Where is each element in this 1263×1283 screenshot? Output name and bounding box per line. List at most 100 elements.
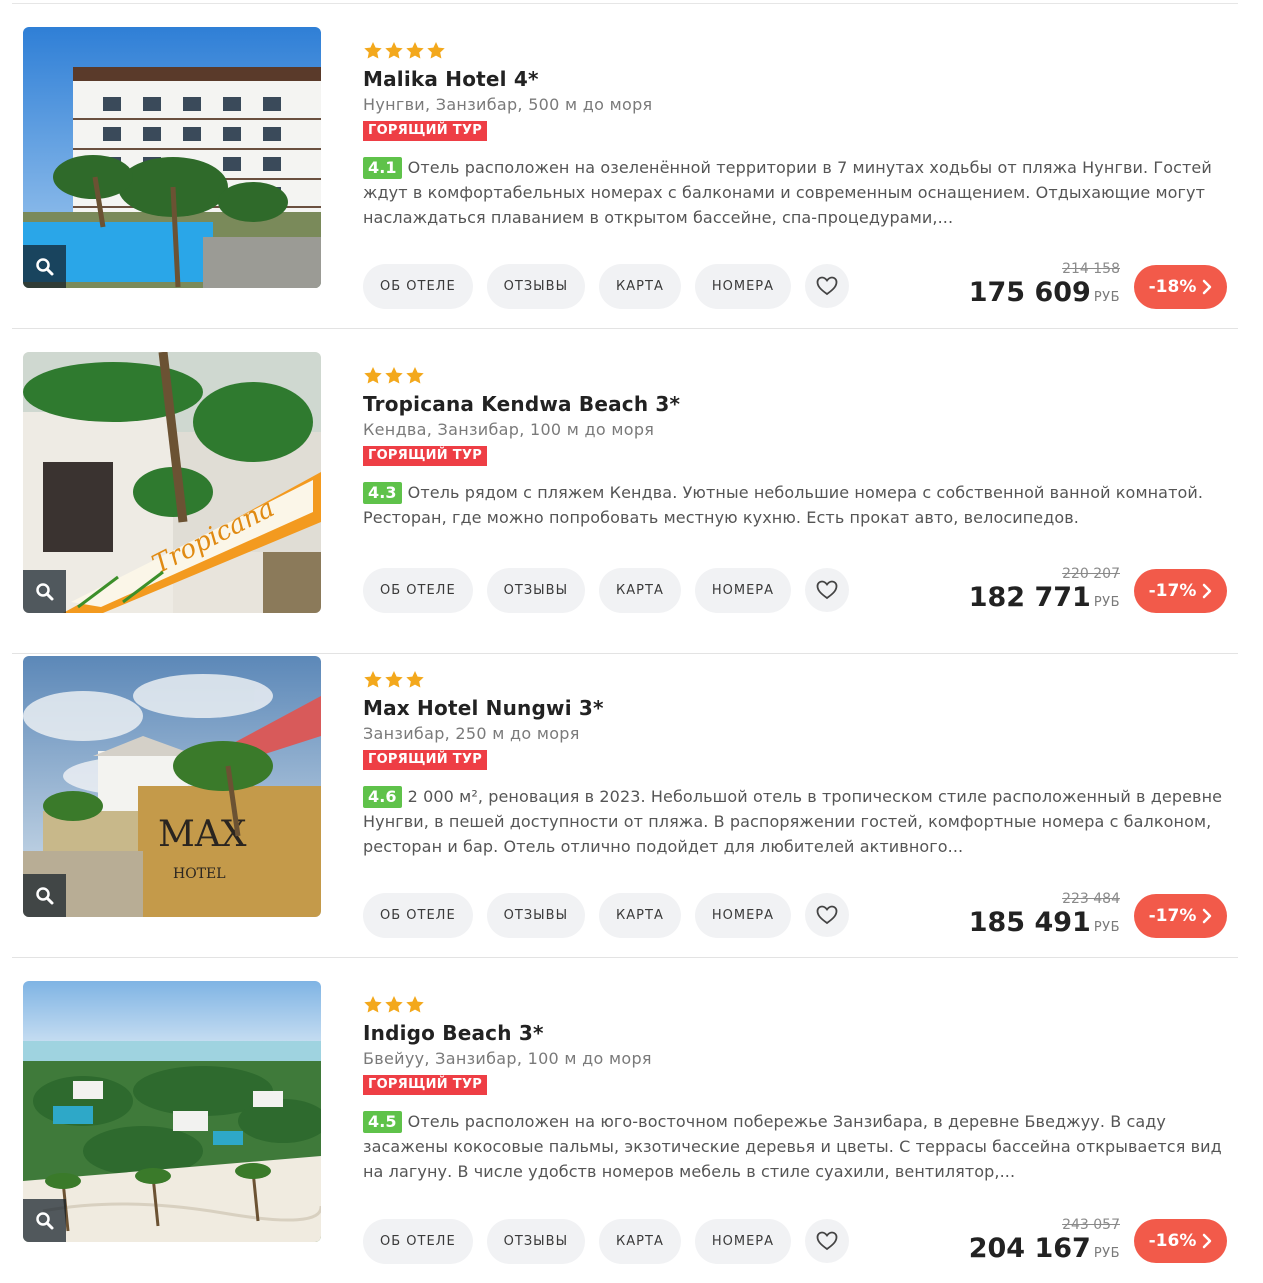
reviews-button[interactable]: ОТЗЫВЫ	[486, 892, 586, 938]
hotel-photo[interactable]: Tropicana	[23, 352, 321, 613]
about-hotel-button[interactable]: ОБ ОТЕЛЕ	[363, 1218, 473, 1264]
star-icon	[364, 42, 445, 59]
currency-label: РУБ	[1093, 595, 1120, 610]
map-button[interactable]: КАРТА	[599, 263, 681, 309]
search-icon	[35, 582, 53, 600]
rooms-button[interactable]: НОМЕРА	[694, 1218, 792, 1264]
heart-icon	[816, 905, 838, 925]
hotel-photo-image	[23, 27, 321, 288]
about-hotel-button[interactable]: ОБ ОТЕЛЕ	[363, 892, 473, 938]
rooms-button[interactable]: НОМЕРА	[694, 567, 792, 613]
discount-button[interactable]: -18%	[1134, 265, 1227, 309]
price-value: 182 771	[968, 582, 1091, 613]
current-price: 182 771 РУБ	[969, 583, 1120, 618]
map-button[interactable]: КАРТА	[599, 567, 681, 613]
about-hotel-button[interactable]: ОБ ОТЕЛЕ	[363, 263, 473, 309]
hotel-location: Бвейуу, Занзибар, 100 м до моря	[363, 1049, 652, 1068]
description-text: Отель расположен на юго-восточном побере…	[363, 1112, 1222, 1181]
rating-badge: 4.3	[363, 482, 402, 504]
hotel-photo-image: MAX HOTEL	[23, 656, 321, 917]
zoom-button[interactable]	[23, 570, 66, 613]
star-rating	[363, 995, 1233, 1017]
heart-icon	[816, 1231, 838, 1251]
hotel-photo-image	[23, 981, 321, 1242]
map-button[interactable]: КАРТА	[599, 1218, 681, 1264]
star-rating	[363, 366, 1233, 388]
chevron-right-icon	[1203, 908, 1212, 924]
current-price: 175 609 РУБ	[969, 278, 1120, 313]
hotel-card: MAX HOTEL Max Hotel Nungwi 3* Занзибар, …	[12, 633, 1238, 958]
chevron-right-icon	[1203, 279, 1212, 295]
favorite-button[interactable]	[805, 568, 850, 612]
old-price: 243 057	[1062, 1217, 1120, 1233]
discount-value: -18%	[1148, 277, 1197, 297]
star-rating	[363, 670, 1233, 692]
rating-badge: 4.1	[363, 157, 402, 179]
hotel-name[interactable]: Max Hotel Nungwi 3*	[363, 696, 1233, 722]
old-price: 220 207	[1062, 566, 1120, 582]
zoom-button[interactable]	[23, 874, 66, 917]
star-icon	[364, 671, 424, 688]
rooms-button[interactable]: НОМЕРА	[694, 892, 792, 938]
discount-value: -17%	[1148, 581, 1197, 601]
price-block: 243 057 204 167 РУБ	[969, 1216, 1120, 1269]
hotel-name[interactable]: Malika Hotel 4*	[363, 67, 1233, 93]
hotel-photo[interactable]: MAX HOTEL	[23, 656, 321, 917]
rating-badge: 4.6	[363, 786, 402, 808]
currency-label: РУБ	[1093, 920, 1120, 935]
zoom-button[interactable]	[23, 1199, 66, 1242]
favorite-button[interactable]	[805, 264, 850, 308]
discount-button[interactable]: -16%	[1134, 1219, 1227, 1263]
hotel-name[interactable]: Tropicana Kendwa Beach 3*	[363, 392, 1233, 418]
hotel-location: Нунгви, Занзибар, 500 м до моря	[363, 95, 653, 114]
hotel-photo-image: Tropicana	[23, 352, 321, 613]
favorite-button[interactable]	[805, 1219, 850, 1263]
discount-button[interactable]: -17%	[1134, 569, 1227, 613]
price-block: 214 158 175 609 РУБ	[969, 260, 1120, 313]
hotel-description: 4.1 Отель расположен на озеленённой терри…	[363, 155, 1233, 230]
hotel-card: Malika Hotel 4* Нунгви, Занзибар, 500 м …	[12, 4, 1238, 329]
hotel-info: Max Hotel Nungwi 3* Занзибар, 250 м до м…	[363, 670, 1233, 859]
hotel-description: 4.3 Отель рядом с пляжем Кендва. Уютные н…	[363, 480, 1233, 530]
hot-tour-badge: ГОРЯЩИЙ ТУР	[363, 750, 488, 770]
old-price: 214 158	[1062, 261, 1120, 277]
price-block: 223 484 185 491 РУБ	[969, 890, 1120, 943]
discount-button[interactable]: -17%	[1134, 894, 1227, 938]
hotel-photo[interactable]	[23, 27, 321, 288]
rating-badge: 4.5	[363, 1111, 402, 1133]
reviews-button[interactable]: ОТЗЫВЫ	[486, 567, 586, 613]
hot-tour-badge: ГОРЯЩИЙ ТУР	[363, 121, 488, 141]
action-bar: ОБ ОТЕЛЕ ОТЗЫВЫ КАРТА НОМЕРА	[363, 263, 883, 309]
currency-label: РУБ	[1093, 290, 1120, 305]
map-button[interactable]: КАРТА	[599, 892, 681, 938]
star-icon	[364, 367, 424, 384]
about-hotel-button[interactable]: ОБ ОТЕЛЕ	[363, 567, 473, 613]
description-text: Отель расположен на озеленённой территор…	[363, 158, 1212, 227]
svg-text:HOTEL: HOTEL	[173, 866, 226, 882]
hotel-location: Занзибар, 250 м до моря	[363, 724, 580, 743]
current-price: 204 167 РУБ	[969, 1234, 1120, 1269]
hotel-card: Indigo Beach 3* Бвейуу, Занзибар, 100 м …	[12, 958, 1238, 1283]
action-bar: ОБ ОТЕЛЕ ОТЗЫВЫ КАРТА НОМЕРА	[363, 1218, 883, 1264]
hotel-name[interactable]: Indigo Beach 3*	[363, 1021, 1233, 1047]
star-icon	[364, 996, 424, 1013]
rooms-button[interactable]: НОМЕРА	[694, 263, 792, 309]
search-icon	[35, 886, 53, 904]
star-rating	[363, 41, 1233, 63]
discount-value: -16%	[1148, 1231, 1197, 1251]
description-text: 2 000 м², реновация в 2023. Небольшой от…	[363, 787, 1223, 856]
search-icon	[35, 257, 53, 275]
hot-tour-badge: ГОРЯЩИЙ ТУР	[363, 446, 488, 466]
hotel-location: Кендва, Занзибар, 100 м до моря	[363, 420, 655, 439]
heart-icon	[816, 276, 838, 296]
zoom-button[interactable]	[23, 245, 66, 288]
price-value: 175 609	[968, 277, 1091, 308]
hotel-photo[interactable]	[23, 981, 321, 1242]
heart-icon	[816, 580, 838, 600]
reviews-button[interactable]: ОТЗЫВЫ	[486, 263, 586, 309]
hotel-description: 4.5 Отель расположен на юго-восточном поб…	[363, 1109, 1233, 1184]
reviews-button[interactable]: ОТЗЫВЫ	[486, 1218, 586, 1264]
action-bar: ОБ ОТЕЛЕ ОТЗЫВЫ КАРТА НОМЕРА	[363, 567, 883, 613]
discount-value: -17%	[1148, 906, 1197, 926]
favorite-button[interactable]	[805, 893, 850, 937]
